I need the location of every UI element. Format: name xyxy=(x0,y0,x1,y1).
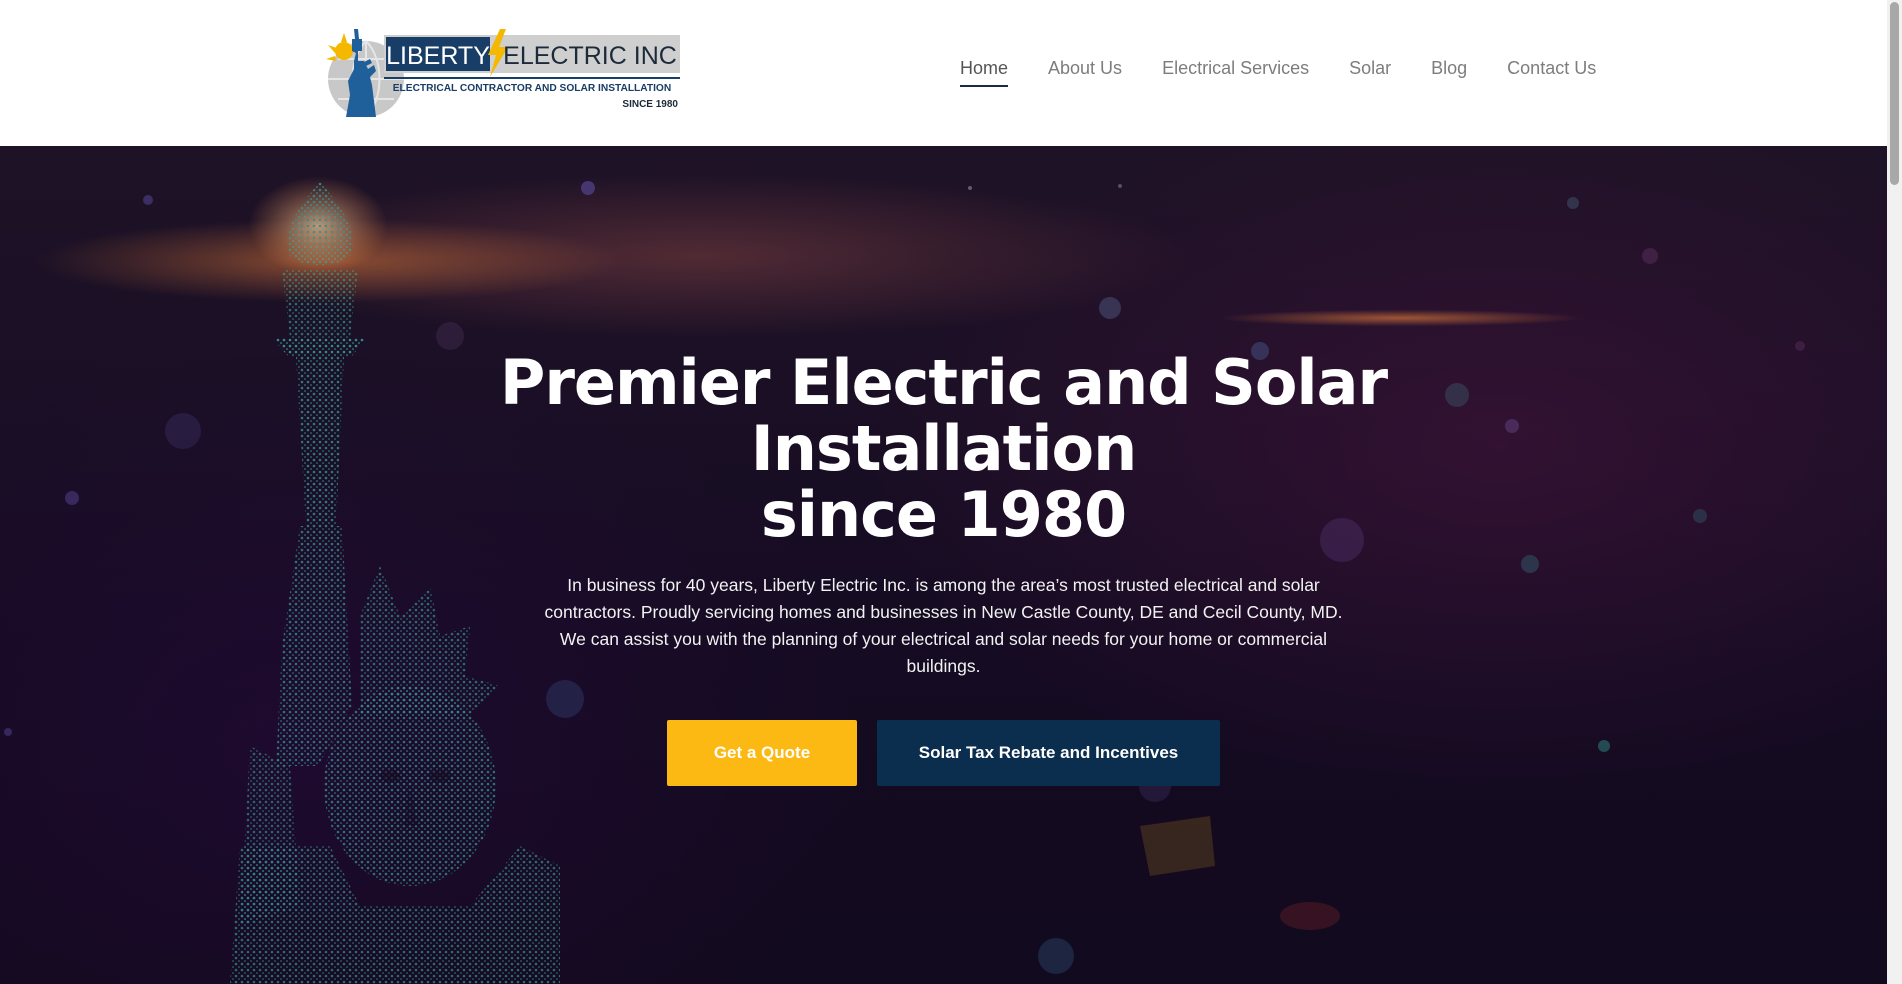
hero-title-line-2: Installation xyxy=(750,412,1138,485)
nav-item-contact-us[interactable]: Contact Us xyxy=(1507,58,1596,85)
main-nav: Home About Us Electrical Services Solar … xyxy=(960,58,1636,87)
svg-text:ELECTRIC INC: ELECTRIC INC xyxy=(503,42,677,70)
hero-section: Premier Electric and Solar Installation … xyxy=(0,146,1887,984)
page-scrollbar[interactable] xyxy=(1887,0,1902,984)
nav-item-about-us[interactable]: About Us xyxy=(1048,58,1122,85)
site-logo[interactable]: LIBERTY ELECTRIC INC ELECTRICAL CONTRACT… xyxy=(318,25,684,121)
svg-text:SINCE 1980: SINCE 1980 xyxy=(622,99,678,110)
hero-content: Premier Electric and Solar Installation … xyxy=(0,350,1887,786)
nav-item-home[interactable]: Home xyxy=(960,58,1009,87)
svg-text:ELECTRICAL CONTRACTOR AND SOLA: ELECTRICAL CONTRACTOR AND SOLAR INSTALLA… xyxy=(393,83,671,94)
nav-item-solar[interactable]: Solar xyxy=(1349,58,1391,85)
nav-item-electrical-services[interactable]: Electrical Services xyxy=(1162,58,1309,85)
nav-item-blog[interactable]: Blog xyxy=(1431,58,1467,85)
page: LIBERTY ELECTRIC INC ELECTRICAL CONTRACT… xyxy=(0,0,1902,984)
hero-title-line-3: since 1980 xyxy=(760,478,1127,551)
site-header: LIBERTY ELECTRIC INC ELECTRICAL CONTRACT… xyxy=(0,0,1887,146)
hero-buttons: Get a Quote Solar Tax Rebate and Incenti… xyxy=(0,720,1887,786)
logo-graphic: LIBERTY ELECTRIC INC ELECTRICAL CONTRACT… xyxy=(326,29,680,118)
hero-description: In business for 40 years, Liberty Electr… xyxy=(544,575,1343,676)
hero-title-line-1: Premier Electric and Solar xyxy=(499,346,1388,419)
solar-tax-rebate-button[interactable]: Solar Tax Rebate and Incentives xyxy=(877,720,1220,786)
scrollbar-thumb[interactable] xyxy=(1890,2,1899,185)
svg-text:LIBERTY: LIBERTY xyxy=(386,42,490,70)
get-a-quote-button[interactable]: Get a Quote xyxy=(667,720,857,786)
hero-title: Premier Electric and Solar Installation … xyxy=(494,350,1394,548)
